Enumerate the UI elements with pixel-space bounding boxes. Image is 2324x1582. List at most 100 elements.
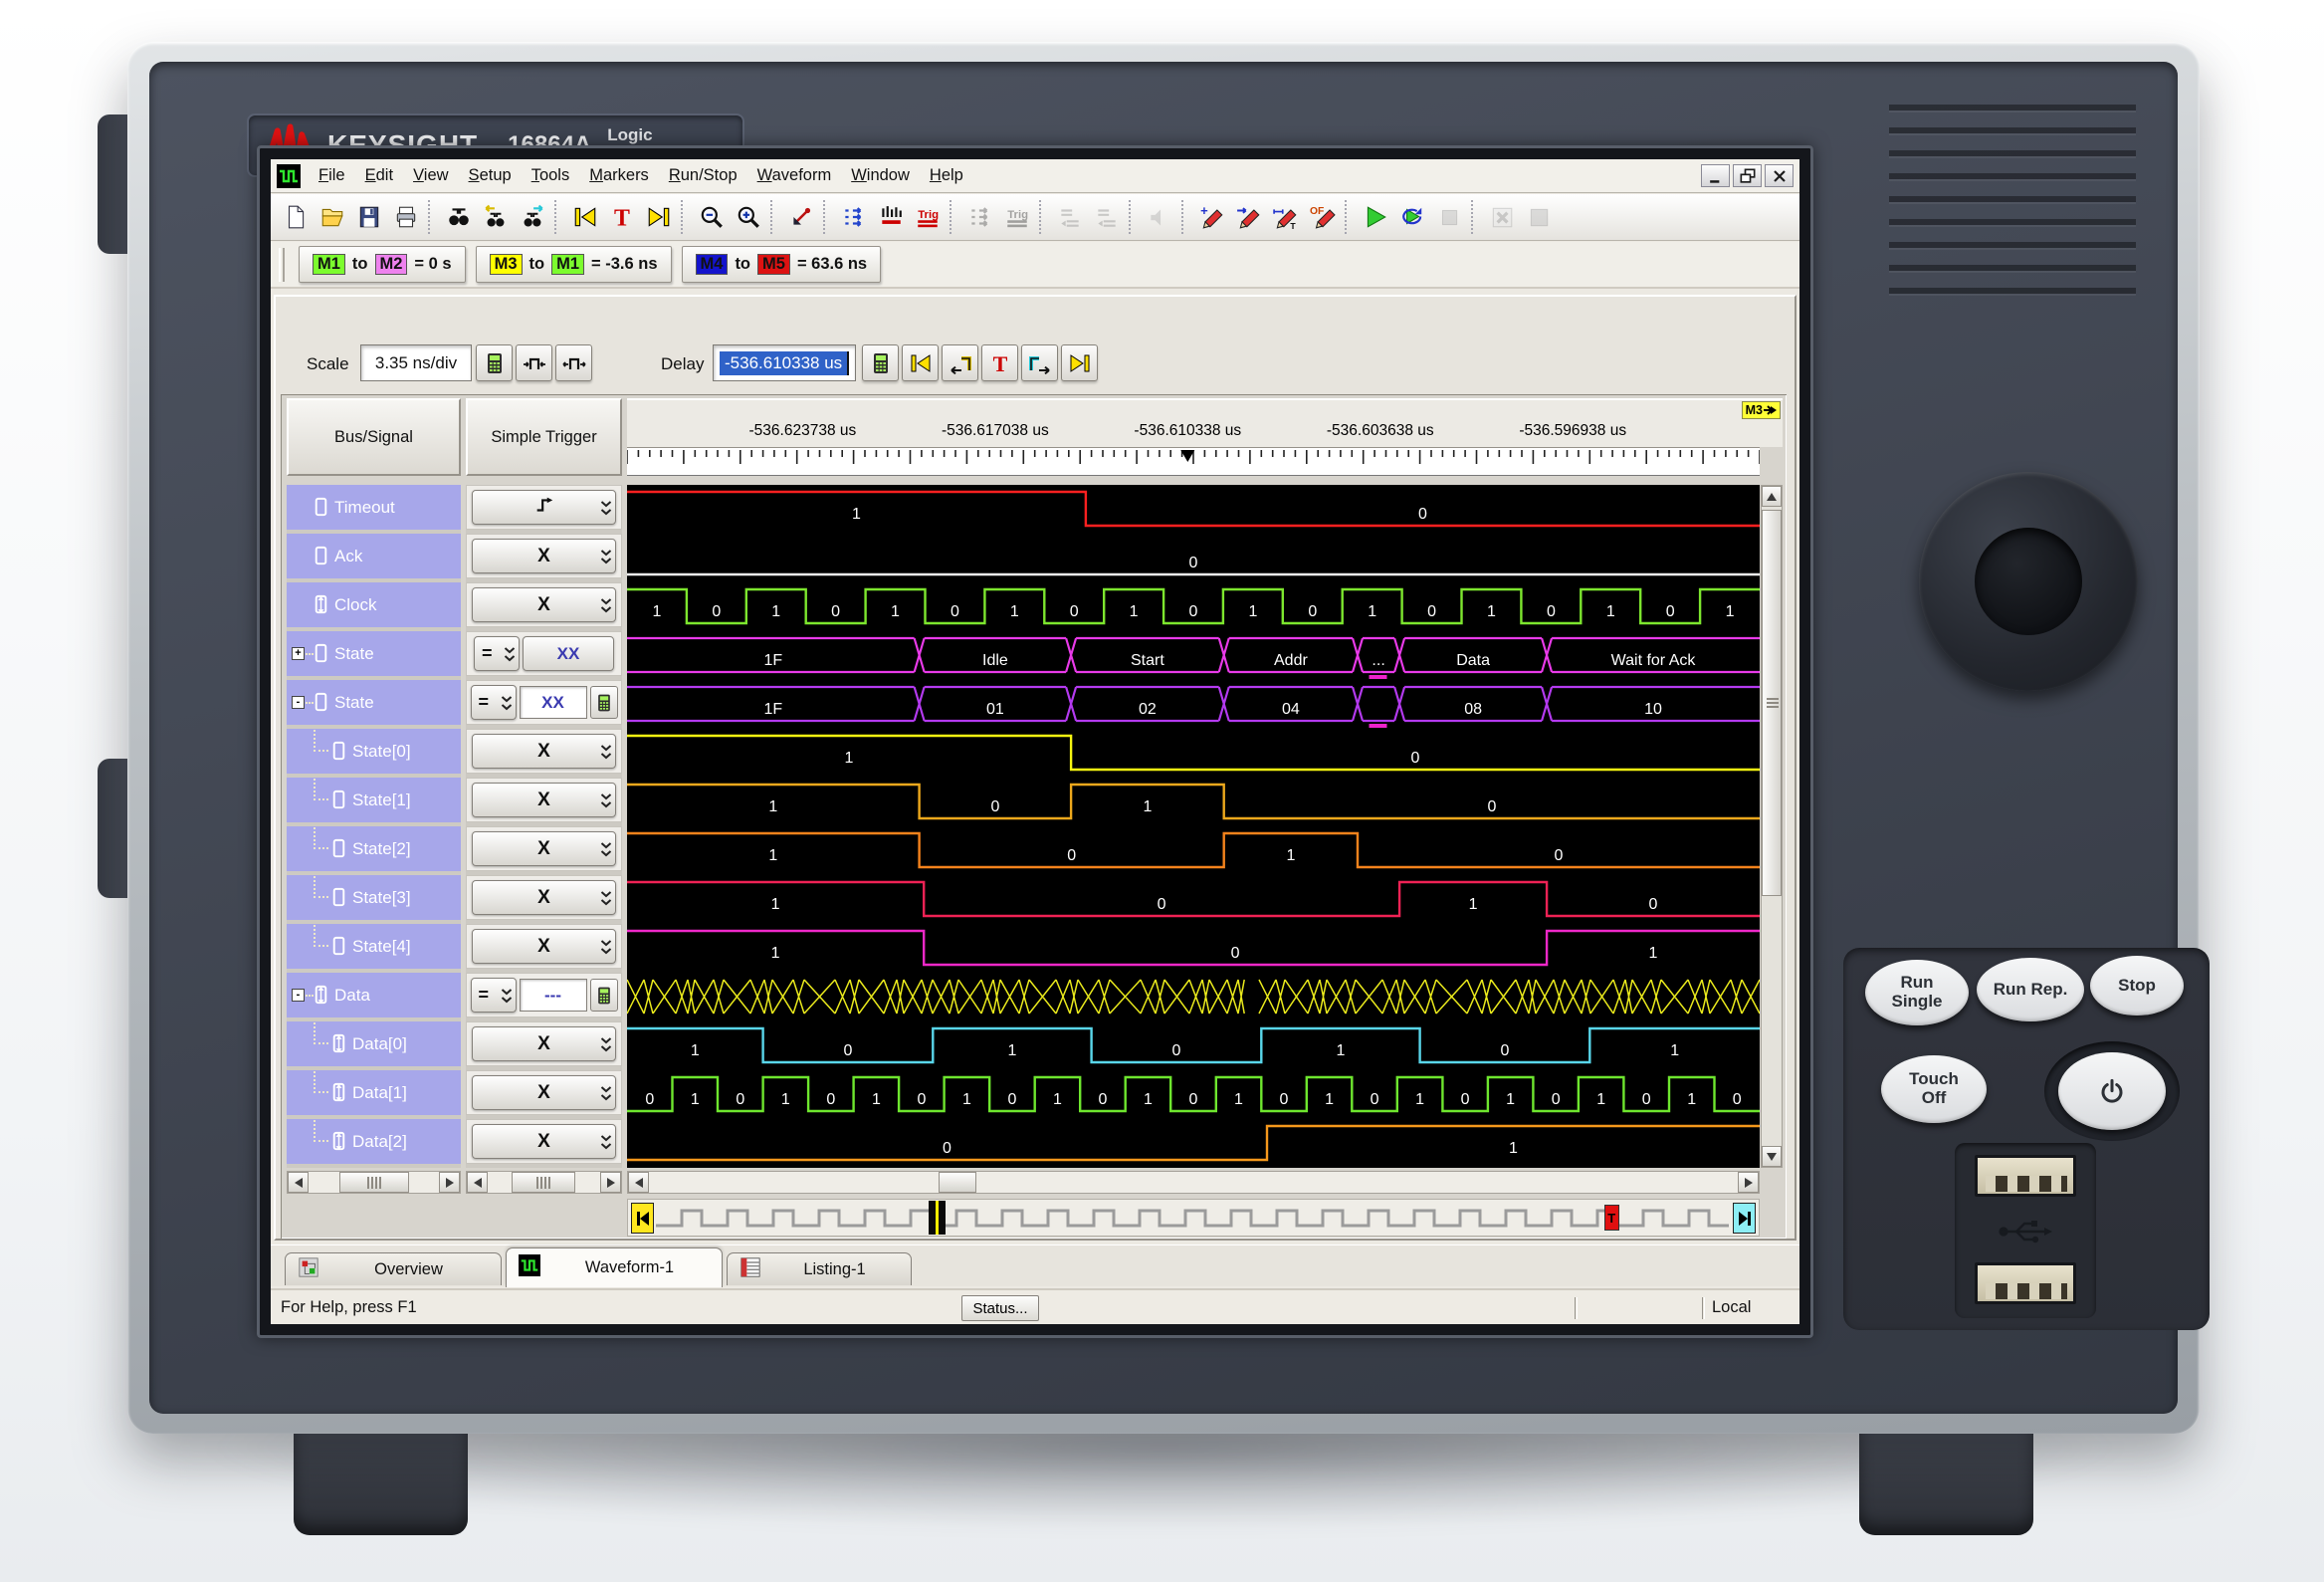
usb-port-top[interactable] <box>1975 1155 2076 1197</box>
signal-row-state3[interactable]: State[3] <box>287 875 461 920</box>
run-repetitive-button[interactable] <box>1393 198 1430 236</box>
signal-row-state[interactable]: + State <box>287 631 461 676</box>
vertical-scroll-thumb[interactable] <box>1762 510 1782 896</box>
minimize-button[interactable] <box>1701 164 1730 187</box>
trigger-value-input[interactable]: --- <box>519 979 587 1012</box>
marker-measurement-m1-m2[interactable]: M1 to M2 = 0 s <box>299 246 466 283</box>
tab-listing1[interactable]: Listing-1 <box>727 1252 912 1285</box>
trigger-calculator-button[interactable] <box>589 979 618 1012</box>
scroll-down-button[interactable] <box>1762 1146 1782 1167</box>
navigator-go-end-button[interactable] <box>1733 1203 1756 1234</box>
new-document-button[interactable] <box>277 198 314 236</box>
open-file-button[interactable] <box>314 198 350 236</box>
delay-input[interactable]: -536.610338 us <box>713 344 856 381</box>
marker-measurement-m4-m5[interactable]: M4 to M5 = 63.6 ns <box>681 246 882 283</box>
delay-go-trigger-button[interactable]: T <box>981 344 1018 381</box>
touch-off-button[interactable]: Touch Off <box>1881 1055 1987 1123</box>
marker-next-button[interactable] <box>1230 198 1267 236</box>
trigger-dropdown[interactable]: X <box>472 734 616 769</box>
menu-markers[interactable]: Markers <box>579 159 659 192</box>
time-ruler[interactable] <box>626 447 1761 476</box>
menu-file[interactable]: File <box>309 159 355 192</box>
trigger-dropdown[interactable]: X <box>472 539 616 573</box>
trigger-dropdown[interactable]: X <box>472 1124 616 1159</box>
signal-row-state[interactable]: - State <box>287 680 461 725</box>
trigger-value-button[interactable]: XX <box>523 636 614 671</box>
restore-button[interactable] <box>1733 164 1762 187</box>
marker-new-button[interactable]: + <box>1193 198 1230 236</box>
trigger-calculator-button[interactable] <box>589 686 618 719</box>
m3-marker-tag[interactable]: M3 <box>1741 401 1781 419</box>
scale-input[interactable]: 3.35 ns/div <box>360 344 472 381</box>
trigger-operator-dropdown[interactable]: = <box>470 978 517 1013</box>
trigger-dropdown[interactable]: X <box>472 783 616 817</box>
trigger-dropdown[interactable]: X <box>472 587 616 622</box>
run-button[interactable] <box>1357 198 1393 236</box>
rotary-knob[interactable] <box>1919 472 2138 691</box>
trigger-value-input[interactable]: XX <box>519 686 587 719</box>
menu-window[interactable]: Window <box>841 159 920 192</box>
signal-row-data[interactable]: - Data <box>287 973 461 1017</box>
signal-row-state0[interactable]: State[0] <box>287 729 461 774</box>
find-previous-button[interactable] <box>477 198 514 236</box>
signal-row-state1[interactable]: State[1] <box>287 778 461 822</box>
tab-overview[interactable]: Overview <box>285 1252 502 1285</box>
delay-go-end-button[interactable] <box>1061 344 1098 381</box>
power-button[interactable] <box>2058 1052 2166 1130</box>
menu-edit[interactable]: Edit <box>355 159 403 192</box>
navigator-view-position[interactable] <box>928 1201 946 1235</box>
delay-next-edge-button[interactable] <box>1021 344 1058 381</box>
collapse-icon[interactable]: - <box>292 989 305 1002</box>
trigger-operator-dropdown[interactable]: = <box>474 636 520 671</box>
status-button[interactable]: Status... <box>961 1295 1039 1321</box>
bus-signal-column-header[interactable]: Bus/Signal <box>287 398 461 476</box>
signal-row-state2[interactable]: State[2] <box>287 826 461 871</box>
acquisition-navigator[interactable]: T <box>627 1199 1760 1237</box>
scale-calculator-button[interactable] <box>476 344 513 381</box>
waveform-canvas[interactable]: 1 0 0 1 0 1 0 1 0 1 0 1 0 1 0 1 0 1 0 1 0 1 1F Idle Start Addr...… <box>626 485 1761 1168</box>
bus-signal-setup-button[interactable] <box>835 198 872 236</box>
menu-tools[interactable]: Tools <box>522 159 580 192</box>
menu-view[interactable]: View <box>403 159 458 192</box>
sampling-setup-button[interactable] <box>872 198 909 236</box>
delay-calculator-button[interactable] <box>862 344 899 381</box>
zoom-in-button[interactable] <box>730 198 766 236</box>
tab-waveform1[interactable]: Waveform-1 <box>506 1247 723 1287</box>
navigator-go-start-button[interactable] <box>631 1203 654 1234</box>
menu-help[interactable]: Help <box>920 159 973 192</box>
trigger-dropdown[interactable]: X <box>472 1075 616 1110</box>
trigger-dropdown[interactable]: X <box>472 880 616 915</box>
find-next-button[interactable] <box>514 198 550 236</box>
trigger-edge-dropdown[interactable] <box>472 490 616 525</box>
go-to-trigger-button[interactable]: T <box>603 198 640 236</box>
find-button[interactable] <box>440 198 477 236</box>
go-to-end-button[interactable] <box>640 198 677 236</box>
signal-row-ack[interactable]: Ack <box>287 534 461 578</box>
bus-signal-scrollbar[interactable] <box>287 1171 461 1194</box>
usb-port-bottom[interactable] <box>1975 1262 2076 1304</box>
trigger-setup-button[interactable]: Trig <box>909 198 946 236</box>
signal-row-data0[interactable]: Data[0] <box>287 1021 461 1066</box>
marker-measure-button[interactable]: T <box>1267 198 1304 236</box>
signal-row-state4[interactable]: State[4] <box>287 924 461 969</box>
delay-go-start-button[interactable] <box>902 344 939 381</box>
scroll-up-button[interactable] <box>1762 486 1782 507</box>
go-to-start-button[interactable] <box>566 198 603 236</box>
trigger-dropdown[interactable]: X <box>472 831 616 866</box>
signal-row-data2[interactable]: Data[2] <box>287 1119 461 1164</box>
marker-overflow-button[interactable]: OF <box>1304 198 1341 236</box>
trigger-dropdown[interactable]: X <box>472 929 616 964</box>
stop-button[interactable]: Stop <box>2090 956 2184 1016</box>
expand-icon[interactable]: + <box>292 647 305 660</box>
scale-zoom-in-button[interactable] <box>516 344 552 381</box>
delay-previous-edge-button[interactable] <box>942 344 978 381</box>
marker-tool-button[interactable] <box>782 198 819 236</box>
signal-row-clock[interactable]: Clock <box>287 582 461 627</box>
print-button[interactable] <box>387 198 424 236</box>
scale-zoom-out-button[interactable] <box>555 344 592 381</box>
signal-row-data1[interactable]: Data[1] <box>287 1070 461 1115</box>
run-rep-button[interactable]: Run Rep. <box>1977 958 2084 1021</box>
simple-trigger-scrollbar[interactable] <box>466 1171 622 1194</box>
signal-row-timeout[interactable]: Timeout <box>287 485 461 530</box>
simple-trigger-column-header[interactable]: Simple Trigger <box>466 398 622 476</box>
